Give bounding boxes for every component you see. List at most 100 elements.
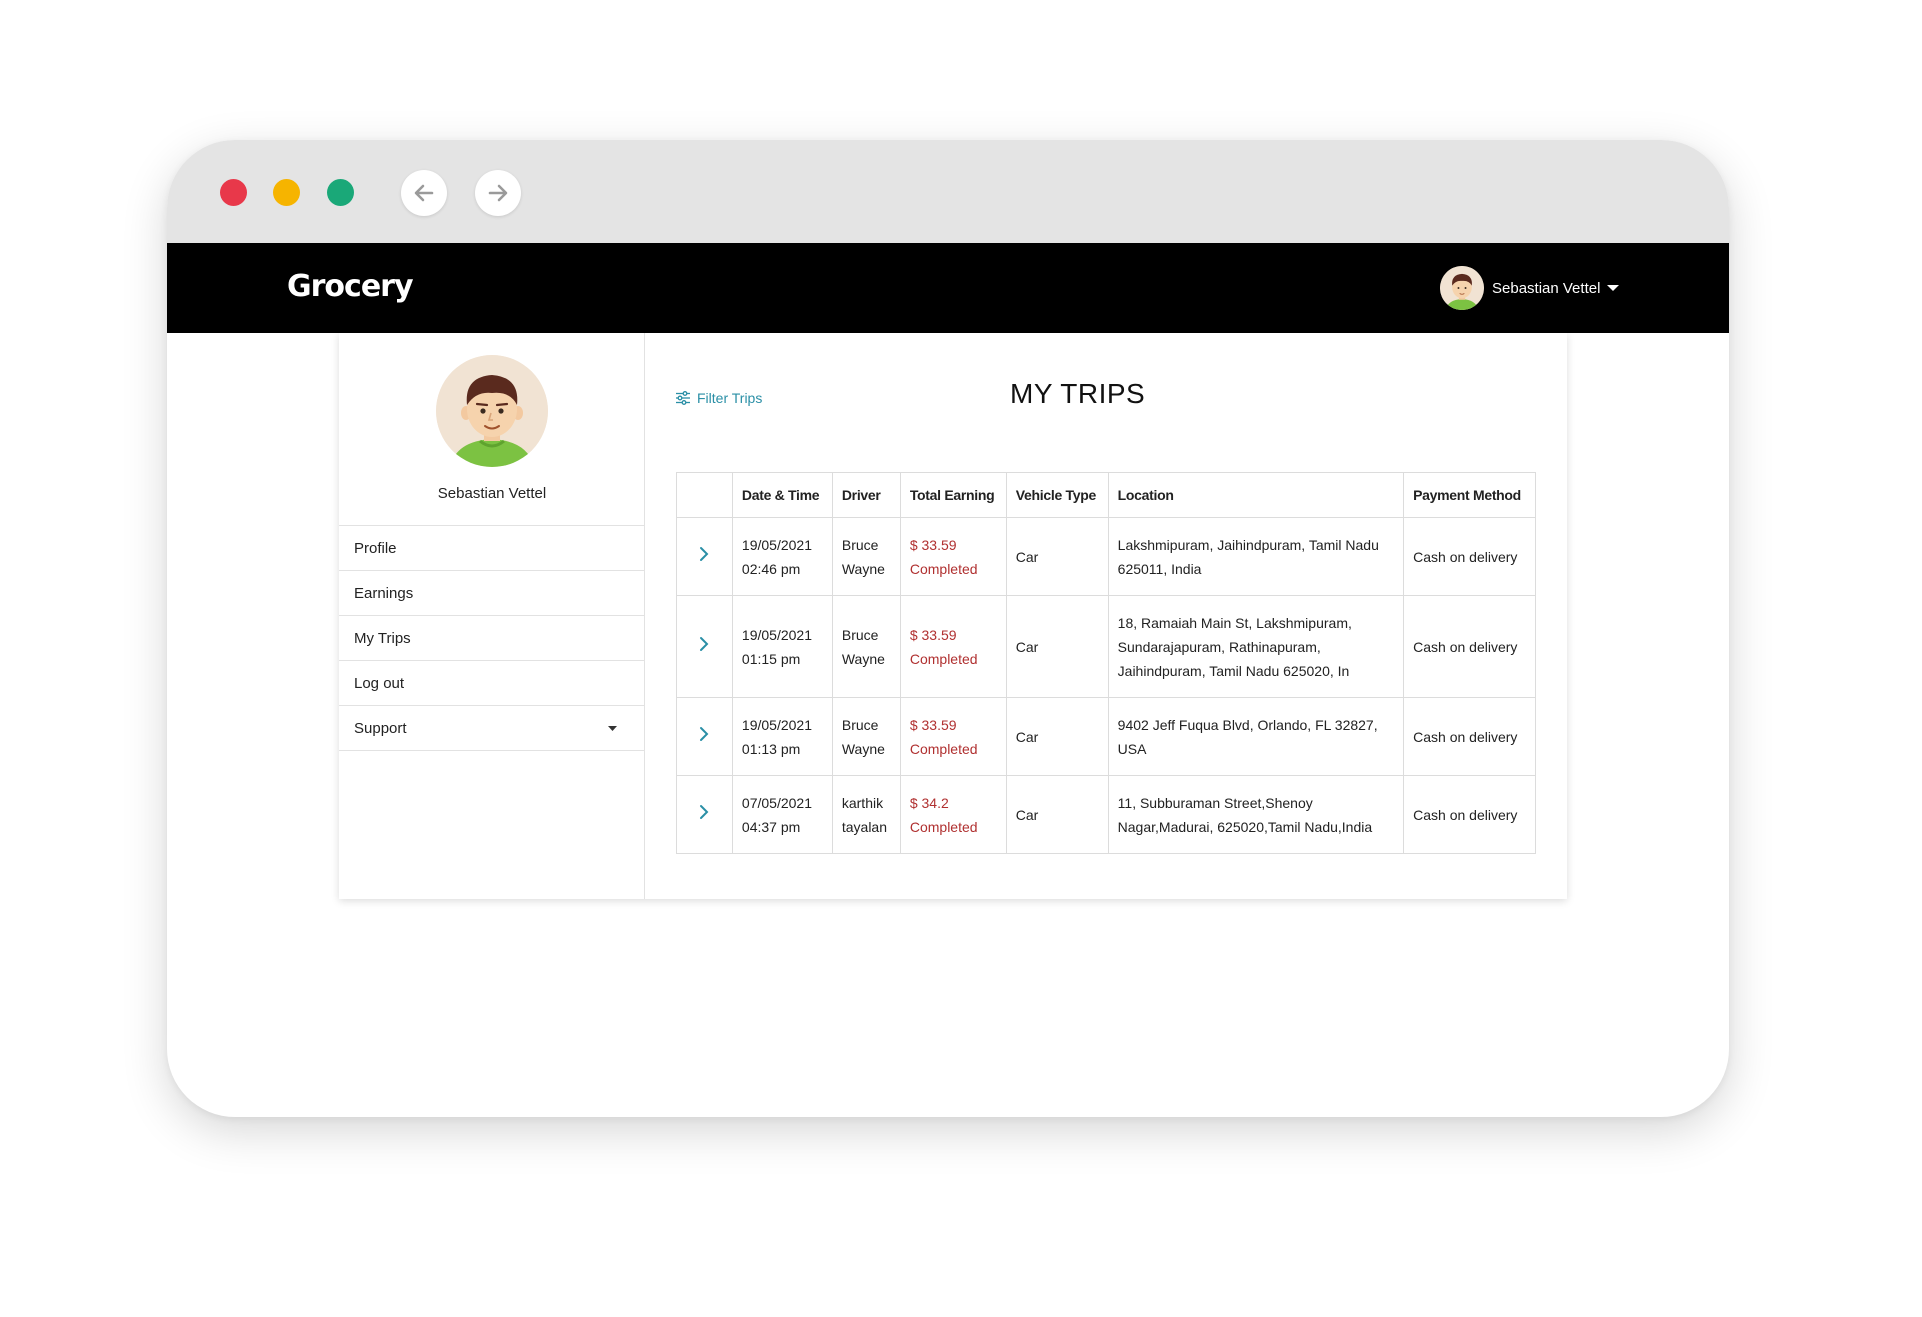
payment-method-cell: Cash on delivery xyxy=(1403,697,1536,776)
profile-name: Sebastian Vettel xyxy=(437,485,547,502)
chevron-right-icon xyxy=(700,546,709,561)
driver-cell: Bruce Wayne xyxy=(831,517,901,596)
chevron-right-icon xyxy=(700,636,709,651)
trip-date: 07/05/2021 xyxy=(741,794,812,811)
vehicle-type-cell: Car xyxy=(1005,775,1109,854)
payment-method-cell: Cash on delivery xyxy=(1403,775,1536,854)
table-row[interactable]: 19/05/2021 02:46 pm Bruce Wayne $ 33.59 … xyxy=(676,517,1536,596)
trip-date: 19/05/2021 xyxy=(741,536,812,553)
expand-row-button[interactable] xyxy=(676,697,733,776)
earning-amount: $ 34.2 xyxy=(909,794,949,811)
column-header-payment-method[interactable]: Payment Method xyxy=(1403,472,1536,518)
earning-cell: $ 33.59 Completed xyxy=(899,517,1007,596)
expand-row-button[interactable] xyxy=(676,775,733,854)
driver-first-name: Bruce xyxy=(841,716,879,733)
content-card: Sebastian Vettel Profile Earnings My Tri… xyxy=(339,333,1567,899)
main-content: Filter Trips MY TRIPS Date & Time Driver… xyxy=(645,333,1567,899)
driver-cell: karthik tayalan xyxy=(831,775,901,854)
table-header-row: Date & Time Driver Total Earning Vehicle… xyxy=(676,472,1536,518)
browser-chrome-bar xyxy=(167,140,1729,243)
window-minimize-button[interactable] xyxy=(273,179,300,206)
driver-first-name: Bruce xyxy=(841,536,879,553)
driver-last-name: tayalan xyxy=(841,818,888,835)
earning-amount: $ 33.59 xyxy=(909,716,957,733)
driver-last-name: Wayne xyxy=(841,560,885,577)
sidebar-item-earnings[interactable]: Earnings xyxy=(339,571,645,616)
trip-date: 19/05/2021 xyxy=(741,716,812,733)
caret-down-icon xyxy=(608,726,617,731)
sidebar-item-label: Support xyxy=(354,719,407,737)
driver-first-name: Bruce xyxy=(841,626,879,643)
avatar xyxy=(1440,266,1484,310)
trip-time: 01:13 pm xyxy=(741,740,801,757)
profile-avatar xyxy=(436,355,548,467)
sliders-icon xyxy=(676,391,690,405)
sidebar-item-my-trips[interactable]: My Trips xyxy=(339,616,645,661)
back-button[interactable] xyxy=(401,170,447,216)
column-header-location[interactable]: Location xyxy=(1107,472,1405,518)
sidebar-item-label: Log out xyxy=(354,674,405,692)
trip-status: Completed xyxy=(909,818,978,835)
column-header-vehicle-type[interactable]: Vehicle Type xyxy=(1005,472,1109,518)
driver-cell: Bruce Wayne xyxy=(831,595,901,698)
trip-time: 02:46 pm xyxy=(741,560,801,577)
location-cell: 11, Subburaman Street,Shenoy Nagar,Madur… xyxy=(1107,775,1405,854)
payment-method-cell: Cash on delivery xyxy=(1403,517,1536,596)
grocery-logo[interactable]: Grocery xyxy=(287,269,414,304)
user-avatar-icon xyxy=(436,355,548,467)
earning-amount: $ 33.59 xyxy=(909,536,957,553)
sidebar-item-label: My Trips xyxy=(354,629,411,647)
location-cell: 18, Ramaiah Main St, Lakshmipuram, Sunda… xyxy=(1107,595,1405,698)
trip-status: Completed xyxy=(909,740,978,757)
filter-trips-label: Filter Trips xyxy=(697,390,763,406)
table-row[interactable]: 07/05/2021 04:37 pm karthik tayalan $ 34… xyxy=(676,775,1536,854)
filter-trips-button[interactable]: Filter Trips xyxy=(675,390,762,406)
arrow-left-icon xyxy=(414,184,434,202)
window-maximize-button[interactable] xyxy=(327,179,354,206)
window-close-button[interactable] xyxy=(220,179,247,206)
driver-last-name: Wayne xyxy=(841,740,885,757)
earning-cell: $ 34.2 Completed xyxy=(899,775,1007,854)
user-avatar-icon xyxy=(1440,266,1484,310)
forward-button[interactable] xyxy=(475,170,521,216)
vehicle-type-cell: Car xyxy=(1005,595,1109,698)
table-row[interactable]: 19/05/2021 01:13 pm Bruce Wayne $ 33.59 … xyxy=(676,697,1536,776)
earning-cell: $ 33.59 Completed xyxy=(899,595,1007,698)
column-header-expand xyxy=(676,472,733,518)
sidebar-menu: Profile Earnings My Trips Log out Suppor… xyxy=(339,525,645,751)
sidebar-item-support[interactable]: Support xyxy=(339,706,645,751)
earning-cell: $ 33.59 Completed xyxy=(899,697,1007,776)
expand-row-button[interactable] xyxy=(676,595,733,698)
page-title: MY TRIPS xyxy=(1010,378,1146,409)
location-cell: 9402 Jeff Fuqua Blvd, Orlando, FL 32827,… xyxy=(1107,697,1405,776)
sidebar: Sebastian Vettel Profile Earnings My Tri… xyxy=(339,333,645,899)
column-header-date-time[interactable]: Date & Time xyxy=(731,472,833,518)
table-row[interactable]: 19/05/2021 01:15 pm Bruce Wayne $ 33.59 … xyxy=(676,595,1536,698)
sidebar-item-label: Profile xyxy=(354,539,397,557)
driver-first-name: karthik xyxy=(841,794,884,811)
user-menu[interactable]: Sebastian Vettel xyxy=(1440,265,1620,311)
expand-row-button[interactable] xyxy=(676,517,733,596)
column-header-total-earning[interactable]: Total Earning xyxy=(899,472,1007,518)
trips-table: Date & Time Driver Total Earning Vehicle… xyxy=(676,472,1536,854)
trip-time: 01:15 pm xyxy=(741,650,801,667)
caret-down-icon xyxy=(1607,285,1620,291)
chevron-right-icon xyxy=(700,804,709,819)
vehicle-type-cell: Car xyxy=(1005,697,1109,776)
driver-cell: Bruce Wayne xyxy=(831,697,901,776)
trip-status: Completed xyxy=(909,650,978,667)
location-cell: Lakshmipuram, Jaihindpuram, Tamil Nadu 6… xyxy=(1107,517,1405,596)
trip-status: Completed xyxy=(909,560,978,577)
vehicle-type-cell: Car xyxy=(1005,517,1109,596)
date-time-cell: 19/05/2021 02:46 pm xyxy=(731,517,833,596)
driver-last-name: Wayne xyxy=(841,650,885,667)
sidebar-item-label: Earnings xyxy=(354,584,414,602)
top-navigation-bar: Grocery Sebastian Vettel xyxy=(167,243,1729,333)
sidebar-item-profile[interactable]: Profile xyxy=(339,526,645,571)
header-user-name: Sebastian Vettel xyxy=(1492,279,1601,297)
date-time-cell: 19/05/2021 01:13 pm xyxy=(731,697,833,776)
earning-amount: $ 33.59 xyxy=(909,626,957,643)
payment-method-cell: Cash on delivery xyxy=(1403,595,1536,698)
sidebar-item-log-out[interactable]: Log out xyxy=(339,661,645,706)
column-header-driver[interactable]: Driver xyxy=(831,472,901,518)
